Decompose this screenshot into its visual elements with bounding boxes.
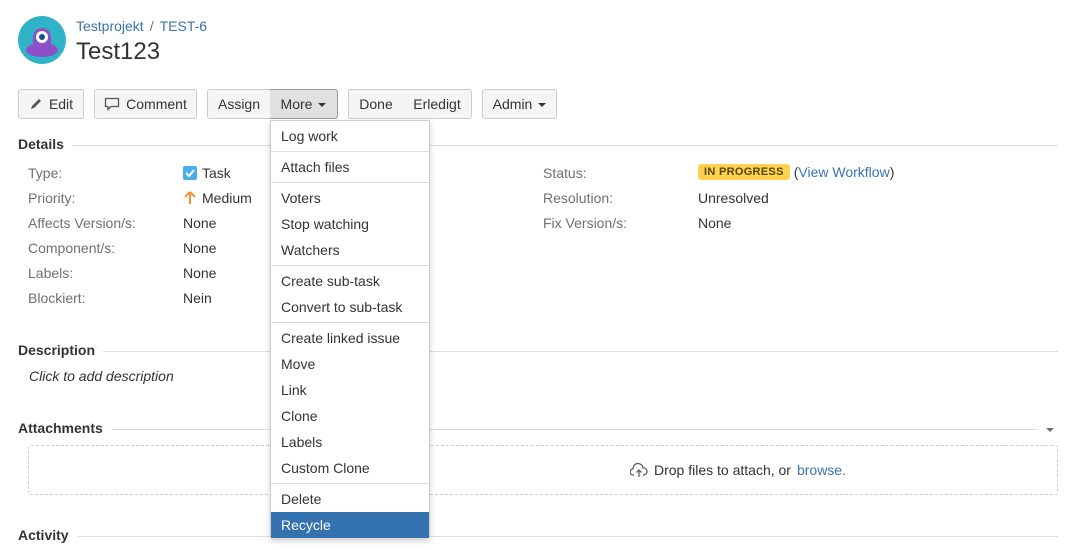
menu-divider xyxy=(271,151,429,152)
type-value-text: Task xyxy=(202,165,231,181)
menu-item-attach-files[interactable]: Attach files xyxy=(271,154,429,180)
description-heading[interactable]: Description xyxy=(18,342,104,358)
fix-version-label: Fix Version/s: xyxy=(543,215,628,231)
menu-item-create-linked-issue[interactable]: Create linked issue xyxy=(271,325,429,351)
arrow-up-icon xyxy=(184,191,196,204)
priority-value-text: Medium xyxy=(202,190,252,206)
status-badge: IN PROGRESS xyxy=(698,164,790,180)
admin-button[interactable]: Admin xyxy=(482,89,557,119)
comment-button[interactable]: Comment xyxy=(94,89,197,119)
edit-button[interactable]: Edit xyxy=(18,89,84,119)
attachments-options-chevron-icon[interactable] xyxy=(1046,428,1054,432)
breadcrumb: Testprojekt / TEST-6 xyxy=(76,18,207,34)
attachments-divider xyxy=(18,429,1038,430)
menu-item-recycle[interactable]: Recycle xyxy=(271,512,429,538)
blockiert-label: Blockiert: xyxy=(28,290,86,306)
pencil-icon xyxy=(30,99,41,109)
done-button-label: Done xyxy=(359,96,393,112)
menu-item-stop-watching[interactable]: Stop watching xyxy=(271,211,429,237)
resolution-label: Resolution: xyxy=(543,190,614,206)
assign-button[interactable]: Assign xyxy=(207,89,271,119)
priority-label: Priority: xyxy=(28,190,76,206)
menu-item-voters[interactable]: Voters xyxy=(271,185,429,211)
chevron-down-icon xyxy=(538,103,547,107)
priority-value: Medium xyxy=(183,190,252,206)
description-divider xyxy=(18,351,1058,352)
menu-item-log-work[interactable]: Log work xyxy=(271,123,429,149)
fix-version-value[interactable]: None xyxy=(698,215,731,231)
assign-button-label: Assign xyxy=(217,96,261,112)
affects-version-label: Affects Version/s: xyxy=(28,215,136,231)
component-label: Component/s: xyxy=(28,240,116,256)
cloud-upload-icon xyxy=(630,462,648,477)
more-button[interactable]: More xyxy=(270,89,338,119)
type-label: Type: xyxy=(28,165,63,181)
details-divider xyxy=(18,145,1058,146)
comment-icon xyxy=(105,97,120,111)
type-value: Task xyxy=(183,165,231,181)
labels-value[interactable]: None xyxy=(183,265,216,281)
page-title[interactable]: Test123 xyxy=(76,38,160,66)
menu-item-watchers[interactable]: Watchers xyxy=(271,237,429,263)
erledigt-button[interactable]: Erledigt xyxy=(403,89,472,119)
menu-item-create-sub-task[interactable]: Create sub-task xyxy=(271,268,429,294)
menu-item-custom-clone[interactable]: Custom Clone xyxy=(271,455,429,481)
done-button[interactable]: Done xyxy=(348,89,404,119)
description-placeholder[interactable]: Click to add description xyxy=(29,368,174,384)
menu-item-link[interactable]: Link xyxy=(271,377,429,403)
menu-divider xyxy=(271,322,429,323)
task-checkbox-icon xyxy=(183,166,197,180)
status-value: IN PROGRESS ( View Workflow ) xyxy=(698,164,894,180)
status-label: Status: xyxy=(543,165,587,181)
labels-label: Labels: xyxy=(28,265,74,281)
edit-button-label: Edit xyxy=(48,96,74,112)
menu-item-move[interactable]: Move xyxy=(271,351,429,377)
activity-divider xyxy=(18,536,1058,537)
breadcrumb-issue-key-link[interactable]: TEST-6 xyxy=(160,18,207,34)
chevron-down-icon xyxy=(318,103,327,107)
menu-item-delete[interactable]: Delete xyxy=(271,486,429,512)
menu-divider xyxy=(271,265,429,266)
details-heading[interactable]: Details xyxy=(18,136,72,152)
affects-version-value[interactable]: None xyxy=(183,215,216,231)
erledigt-button-label: Erledigt xyxy=(413,96,461,112)
menu-item-convert-to-sub-task[interactable]: Convert to sub-task xyxy=(271,294,429,320)
breadcrumb-separator: / xyxy=(149,18,154,34)
more-dropdown-menu: Log work Attach files Voters Stop watchi… xyxy=(270,120,430,538)
component-value[interactable]: None xyxy=(183,240,216,256)
menu-item-clone[interactable]: Clone xyxy=(271,403,429,429)
browse-link[interactable]: browse. xyxy=(797,462,846,478)
view-workflow-link[interactable]: View Workflow xyxy=(798,164,889,180)
resolution-value: Unresolved xyxy=(698,190,769,206)
admin-button-label: Admin xyxy=(492,96,533,112)
attachment-dropzone[interactable]: Drop files to attach, or browse. xyxy=(28,445,1058,495)
menu-item-labels[interactable]: Labels xyxy=(271,429,429,455)
menu-divider xyxy=(271,182,429,183)
project-avatar-icon xyxy=(18,16,66,64)
menu-divider xyxy=(271,483,429,484)
blockiert-value[interactable]: Nein xyxy=(183,290,212,306)
attachments-heading[interactable]: Attachments xyxy=(18,420,111,436)
project-avatar[interactable] xyxy=(18,16,66,64)
activity-heading[interactable]: Activity xyxy=(18,527,77,543)
breadcrumb-project-link[interactable]: Testprojekt xyxy=(76,18,144,34)
dropzone-text: Drop files to attach, or xyxy=(654,462,791,478)
more-button-label: More xyxy=(280,96,313,112)
comment-button-label: Comment xyxy=(126,96,187,112)
view-workflow-close-paren: ) xyxy=(889,164,895,180)
